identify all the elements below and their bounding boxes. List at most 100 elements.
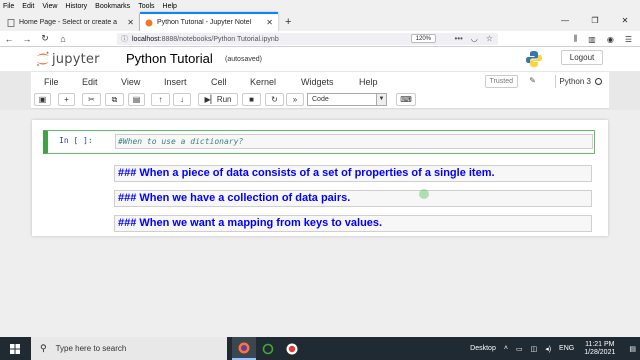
search-icon: ⚲ <box>40 343 47 353</box>
tab-home-page[interactable]: Home Page - Select or create a ✕ <box>2 14 140 31</box>
mouse-cursor-highlight <box>419 189 429 199</box>
url-path: :8888/notebooks/Python Tutorial.ipynb <box>159 35 279 43</box>
minimize-icon[interactable]: — <box>550 12 580 31</box>
close-window-icon[interactable]: ✕ <box>610 12 640 31</box>
interrupt-icon[interactable]: ■ <box>242 93 261 106</box>
restore-icon[interactable]: ❐ <box>580 12 610 31</box>
menu-view[interactable]: View <box>38 3 61 10</box>
chevron-down-icon: ▼ <box>376 94 386 105</box>
forward-icon[interactable]: → <box>18 34 36 44</box>
info-icon[interactable]: ⓘ <box>121 34 128 44</box>
jmenu-file[interactable]: File <box>44 77 59 87</box>
toolbar-right: ⫼ ▥ ◉ ☰ <box>574 31 640 47</box>
jmenu-help[interactable]: Help <box>359 77 378 87</box>
cell-type-select[interactable]: Code ▼ <box>307 93 387 106</box>
trusted-indicator[interactable]: Trusted <box>484 75 518 88</box>
page-actions-icon[interactable]: ••• <box>454 33 462 45</box>
edit-pencil-icon[interactable]: ✎ <box>529 76 536 85</box>
notebook-page: In [ ]: #When to use a dictionary? ### W… <box>32 120 608 236</box>
menu-bookmarks[interactable]: Bookmarks <box>91 3 134 10</box>
taskbar-search[interactable]: ⚲ Type here to search <box>31 337 227 360</box>
jupyter-menubar: File Edit View Insert Cell Kernel Widget… <box>31 71 609 91</box>
run-button[interactable]: ▶▏Run <box>198 93 238 106</box>
move-up-icon[interactable]: ↑ <box>151 93 170 106</box>
menu-tools[interactable]: Tools <box>134 3 158 10</box>
notebook-area: In [ ]: #When to use a dictionary? ### W… <box>0 110 640 337</box>
input-prompt: In [ ]: <box>59 136 93 145</box>
restart-icon[interactable]: ↻ <box>265 93 284 106</box>
zoom-level[interactable]: 120% <box>410 34 436 43</box>
markdown-cell[interactable]: ### When we want a mapping from keys to … <box>114 215 592 232</box>
insert-cell-icon[interactable]: + <box>58 93 75 106</box>
library-icon[interactable]: ⫼ <box>574 34 578 44</box>
run-icon: ▶▏ <box>204 95 217 104</box>
keyboard-icon[interactable]: ⌨ <box>396 93 416 106</box>
hamburger-menu-icon[interactable]: ☰ <box>625 35 632 44</box>
markdown-cell[interactable]: ### When a piece of data consists of a s… <box>114 165 592 182</box>
reload-icon[interactable]: ↻ <box>36 33 54 44</box>
run-label: Run <box>216 95 232 104</box>
restart-run-all-icon[interactable]: » <box>286 93 304 106</box>
kernel-idle-icon <box>595 78 602 85</box>
jupyter-logo-text: jupyter <box>52 51 100 67</box>
tab-label: Home Page - Select or create a <box>19 19 118 26</box>
jmenu-insert[interactable]: Insert <box>164 77 187 87</box>
menu-help[interactable]: Help <box>159 3 181 10</box>
notebook-title[interactable]: Python Tutorial <box>126 51 213 66</box>
jmenu-kernel[interactable]: Kernel <box>250 77 276 87</box>
menu-history[interactable]: History <box>61 3 91 10</box>
record-icon[interactable] <box>280 337 304 360</box>
cut-icon[interactable]: ✂ <box>82 93 101 106</box>
close-icon[interactable]: ✕ <box>127 18 134 27</box>
pocket-icon[interactable]: ◡ <box>471 33 478 45</box>
url-host: localhost <box>132 35 160 43</box>
sidebar-icon[interactable]: ▥ <box>588 35 596 44</box>
save-icon[interactable]: ▣ <box>34 93 51 106</box>
kernel-name: Python 3 <box>559 77 591 86</box>
anaconda-icon[interactable] <box>256 337 280 360</box>
chevron-up-icon[interactable]: ˄ <box>504 345 508 352</box>
jmenu-widgets[interactable]: Widgets <box>301 77 334 87</box>
markdown-cell[interactable]: ### When we have a collection of data pa… <box>114 190 592 207</box>
code-input[interactable]: #When to use a dictionary? <box>115 134 593 149</box>
jmenu-view[interactable]: View <box>121 77 140 87</box>
menu-file[interactable]: File <box>0 3 18 10</box>
bookmark-star-icon[interactable]: ☆ <box>486 33 493 45</box>
autosave-status: (autosaved) <box>225 56 262 63</box>
move-down-icon[interactable]: ↓ <box>173 93 191 106</box>
menu-edit[interactable]: Edit <box>18 3 38 10</box>
clock[interactable]: 11:21 PM 1/28/2021 <box>584 341 615 357</box>
clock-time: 11:21 PM <box>585 340 615 348</box>
new-tab-icon[interactable]: + <box>285 16 291 28</box>
code-cell[interactable]: In [ ]: #When to use a dictionary? <box>43 130 595 154</box>
jupyter-header: jupyter Python Tutorial (autosaved) Logo… <box>0 47 640 71</box>
home-icon[interactable]: ⌂ <box>54 34 72 44</box>
taskbar: ⚲ Type here to search Desktop ˄ ▭ ◫ ◂) E… <box>0 337 640 360</box>
taskbar-apps <box>232 337 304 360</box>
jupyter-logo-icon <box>37 51 49 66</box>
jupyter-logo[interactable]: jupyter <box>36 51 100 67</box>
volume-icon[interactable]: ◂) <box>545 345 551 353</box>
desktop-label[interactable]: Desktop <box>470 345 496 352</box>
paste-icon[interactable]: ▤ <box>128 93 145 106</box>
tab-python-tutorial[interactable]: Python Tutorial - Jupyter Notel ✕ <box>140 12 278 31</box>
clock-date: 1/28/2021 <box>584 348 616 356</box>
network-icon[interactable]: ◫ <box>531 345 538 353</box>
url-bar[interactable]: ⓘ localhost :8888/notebooks/Python Tutor… <box>117 33 498 45</box>
language-indicator[interactable]: ENG <box>559 345 574 352</box>
copy-icon[interactable]: ⧉ <box>105 93 124 106</box>
notifications-icon[interactable]: ▤ <box>629 345 636 353</box>
search-placeholder: Type here to search <box>55 344 127 353</box>
windows-start-icon[interactable] <box>0 337 30 360</box>
window-controls: — ❐ ✕ <box>550 12 640 31</box>
jmenu-edit[interactable]: Edit <box>82 77 98 87</box>
logout-button[interactable]: Logout <box>561 50 603 65</box>
firefox-icon[interactable] <box>232 337 256 360</box>
back-icon[interactable]: ← <box>0 34 18 44</box>
battery-icon[interactable]: ▭ <box>516 345 523 353</box>
close-icon[interactable]: ✕ <box>266 18 273 27</box>
jmenu-cell[interactable]: Cell <box>211 77 227 87</box>
account-icon[interactable]: ◉ <box>607 35 614 44</box>
jupyter-favicon-icon <box>145 19 153 26</box>
notebook-toolbar: ▣ + ✂ ⧉ ▤ ↑ ↓ ▶▏Run ■ ↻ » Code ▼ ⌨ <box>31 91 609 109</box>
